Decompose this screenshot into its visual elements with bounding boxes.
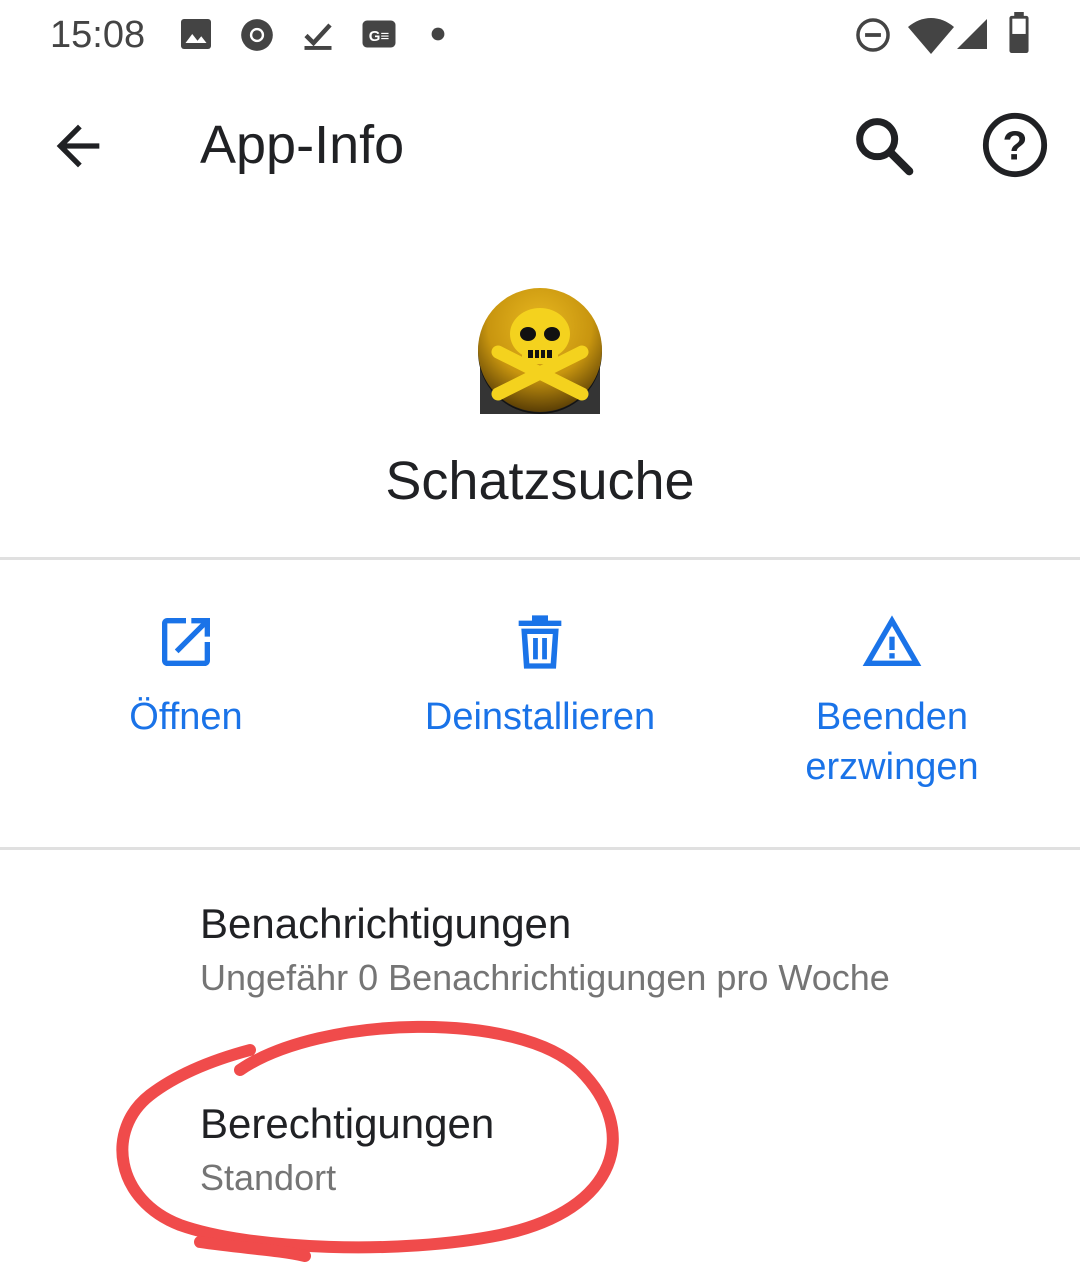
- divider: [0, 847, 1080, 850]
- svg-text:?: ?: [1003, 123, 1028, 169]
- translate-icon: G≡: [362, 20, 396, 48]
- uninstall-button-label: Deinstallieren: [424, 696, 656, 738]
- status-bar: 15:08 G≡: [0, 0, 1080, 70]
- open-button[interactable]: Öffnen: [86, 610, 286, 742]
- signal-icon: [957, 19, 987, 49]
- force-stop-button[interactable]: Beenden erzwingen: [770, 610, 1014, 792]
- do-not-disturb-icon: [856, 18, 890, 52]
- force-stop-label-line1: Beenden: [815, 696, 969, 738]
- chrome-icon: [241, 19, 273, 51]
- notifications-subtitle: Ungefähr 0 Benachrichtigungen pro Woche: [200, 957, 890, 998]
- app-name: Schatzsuche: [385, 451, 695, 511]
- warning-icon: [862, 615, 922, 666]
- search-icon[interactable]: [848, 110, 918, 180]
- skull-crossbones-icon: [478, 288, 602, 414]
- help-icon[interactable]: ?: [980, 110, 1050, 180]
- app-bar: App-Info ?: [0, 90, 1080, 210]
- open-in-new-icon: [162, 618, 210, 666]
- force-stop-label-line2: erzwingen: [805, 746, 979, 788]
- open-button-label: Öffnen: [129, 696, 243, 738]
- dot-icon: [431, 27, 445, 41]
- svg-text:G≡: G≡: [369, 28, 390, 45]
- annotation-circle: [116, 1020, 619, 1262]
- arrow-back-icon[interactable]: [46, 114, 110, 178]
- trash-icon: [518, 615, 562, 669]
- notifications-title: Benachrichtigungen: [200, 900, 572, 947]
- image-icon: [181, 19, 211, 49]
- divider: [0, 557, 1080, 560]
- wifi-icon: [908, 18, 954, 54]
- list-item-notifications[interactable]: Benachrichtigungen Ungefähr 0 Benachrich…: [200, 898, 1060, 1002]
- battery-icon: [1009, 12, 1029, 54]
- force-stop-button-label: Beenden erzwingen: [770, 692, 1014, 792]
- uninstall-button[interactable]: Deinstallieren: [390, 610, 690, 742]
- status-time: 15:08: [50, 14, 146, 56]
- download-done-icon: [304, 23, 332, 50]
- page-title: App-Info: [200, 115, 405, 175]
